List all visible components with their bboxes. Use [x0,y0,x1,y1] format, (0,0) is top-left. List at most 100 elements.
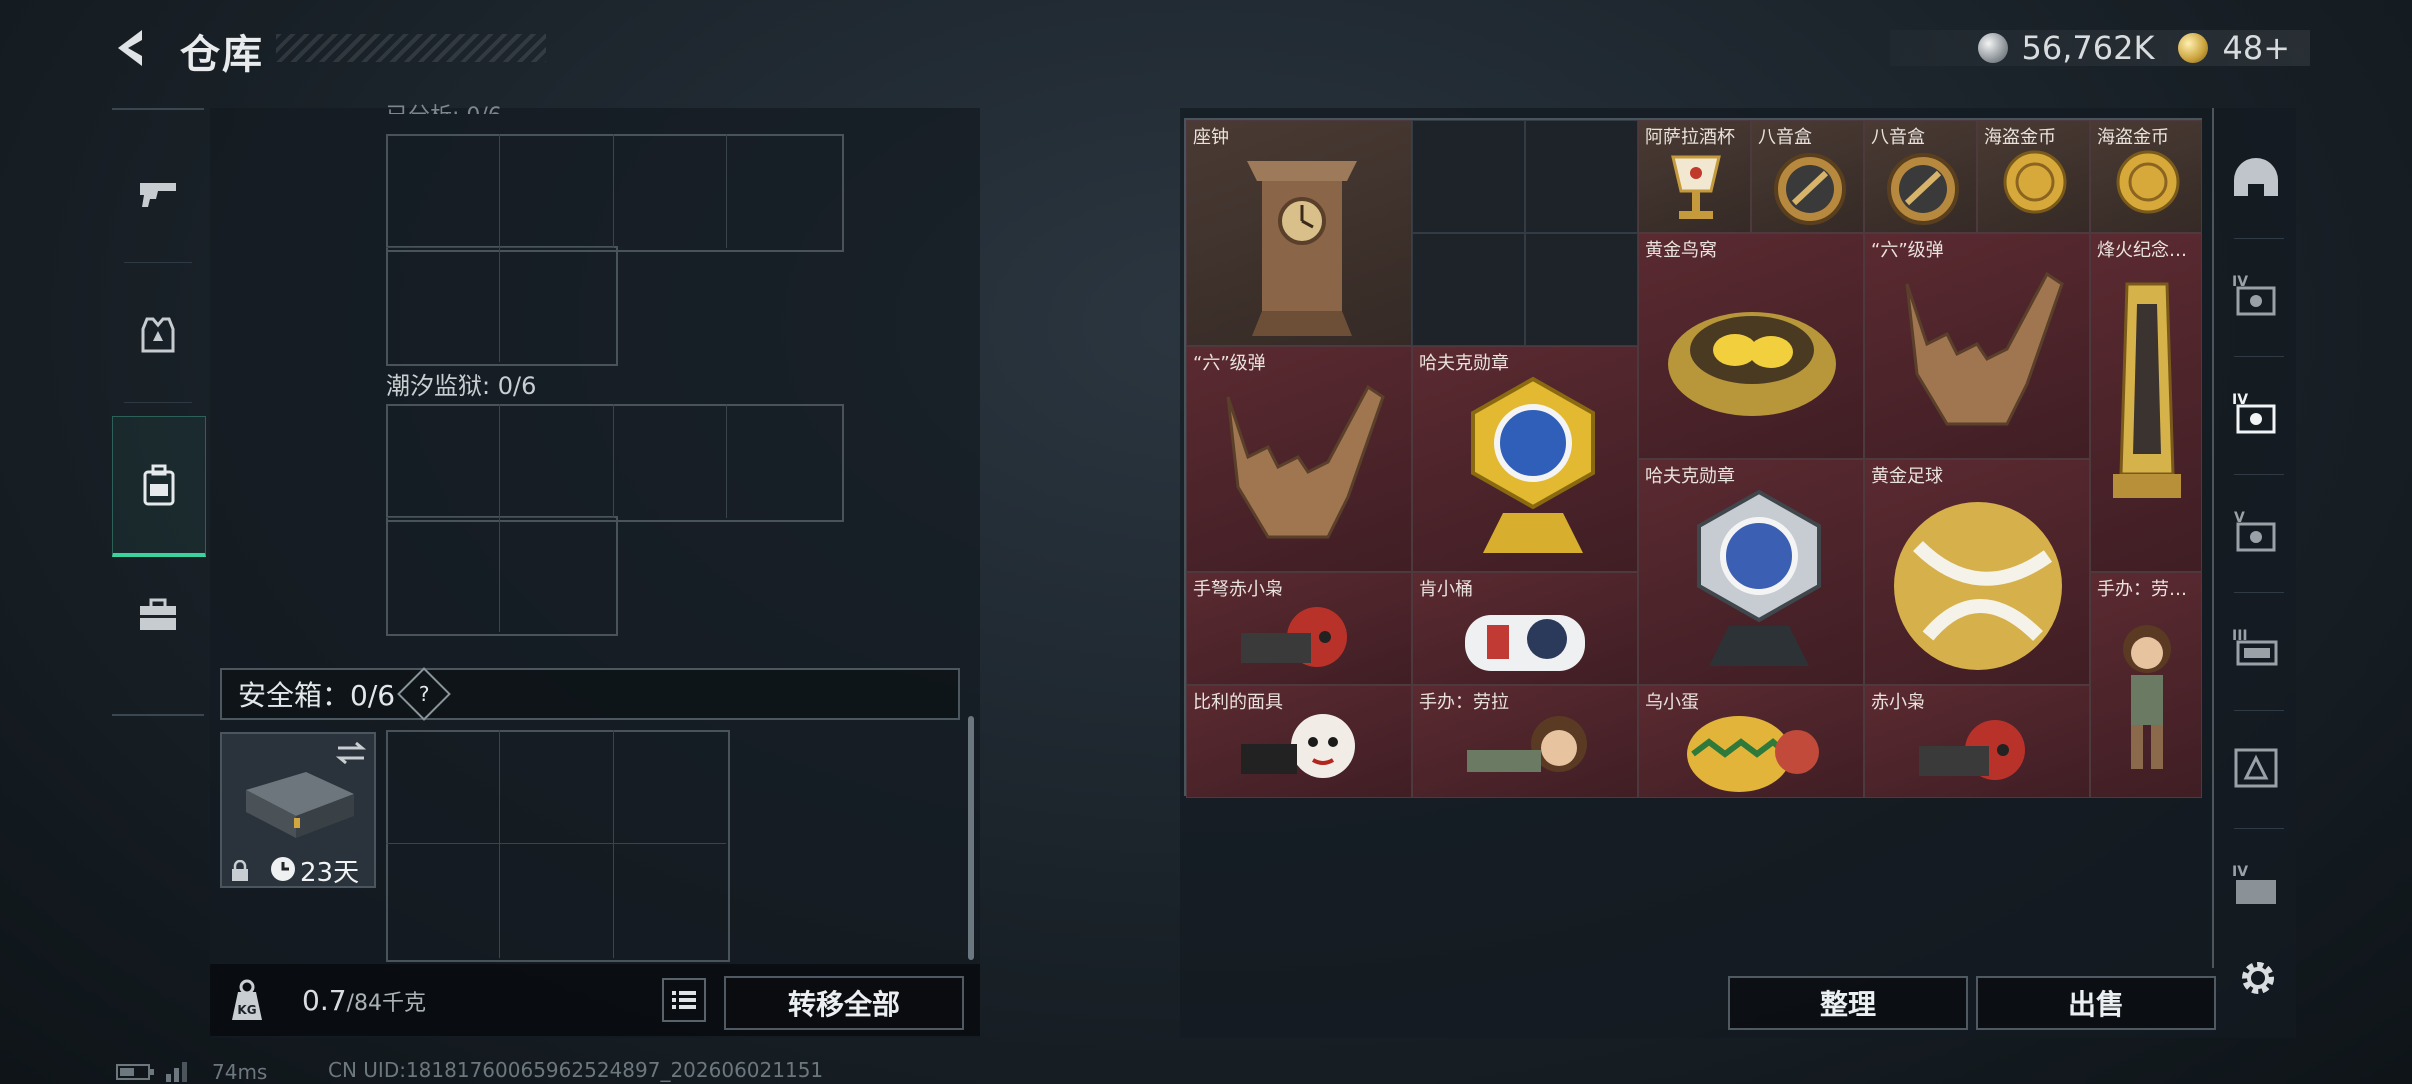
currency-bar: 56,762K 48+ [1890,29,2310,67]
stash-grid: 座钟 阿萨拉酒杯 八音盒 八音盒 海盗金币 海盗金币 黄金鸟窝 “六”级弹 烽火… [1184,118,2202,798]
list-view-button[interactable] [662,978,706,1022]
helmet-icon [2234,158,2278,196]
gear-icon[interactable] [2236,956,2280,1000]
container-grid-tide-prison [386,404,844,636]
item-slot[interactable]: 八音盒 [1864,120,1977,233]
gold-coin-icon [2116,150,2180,214]
equipment-category-tabs [112,108,206,716]
battery-icon [116,1064,154,1080]
music-box-icon [1887,153,1959,225]
gold-coin-icon [2178,33,2209,63]
tab-tier-4-box[interactable]: IV [2224,854,2288,918]
figure-icon [1467,716,1587,772]
tab-briefcase[interactable] [112,570,204,660]
weight-max: /84千克 [346,991,426,1016]
item-slot[interactable]: 黄金鸟窝 [1638,233,1864,459]
safe-box-header: 安全箱：0/6 ? [220,667,960,721]
ping-text: 74ms [212,1060,268,1084]
tier-3-chip-icon: III [2232,628,2278,666]
item-slot[interactable]: 海盗金币 [1977,120,2090,233]
goblet-icon [1671,155,1721,219]
help-icon[interactable]: ? [397,667,451,721]
item-slot[interactable]: 手弩赤小枭 [1186,572,1412,685]
clock-icon [1247,161,1357,336]
organize-button[interactable]: 整理 [1728,976,1968,1030]
tier-5-chip-icon: V [2234,510,2276,552]
weight-value: 0.7/84千克 [302,984,426,1017]
weight-icon: KG [232,979,262,1020]
figure-icon [1919,720,2025,780]
gold-medal-icon [1471,376,1595,553]
item-slot[interactable]: 八音盒 [1751,120,1864,233]
clock-icon [271,857,295,881]
briefcase-icon [140,598,176,630]
safe-case-icon [246,772,354,838]
tab-helmet[interactable] [2224,148,2288,212]
tab-tier-3[interactable]: III [2224,618,2288,682]
item-slot[interactable]: 哈夫克勋章 [1638,459,1864,685]
back-icon[interactable] [112,26,156,70]
figure-icon [1241,607,1347,667]
item-slot[interactable]: 手办：劳拉 [1412,685,1638,798]
backpack-icon [143,464,175,506]
item-slot[interactable]: 哈夫克勋章 [1412,346,1638,572]
safe-box-item[interactable]: 23天 [220,732,376,888]
swap-icon[interactable] [334,740,368,766]
tier-4-chip-icon: IV [2232,274,2276,316]
hand-sign-icon [1905,271,2064,426]
tab-backpack[interactable] [112,416,206,557]
item-slot[interactable]: 烽火纪念… [2090,233,2202,572]
tier-4-chip-icon: IV [2232,392,2276,434]
item-slot[interactable]: 手办：劳… [2090,572,2202,798]
tab-warning-box[interactable] [2224,736,2288,800]
item-slot[interactable]: 比利的面具 [1186,685,1412,798]
item-slot[interactable]: “六”级弹 [1186,346,1412,572]
hand-sign-icon [1226,384,1385,539]
golden-nest-icon [1668,312,1836,416]
music-box-icon [1774,153,1846,225]
left-scrollbar[interactable] [968,716,974,960]
transfer-all-button[interactable]: 转移全部 [724,976,964,1030]
tab-armor[interactable] [112,290,204,380]
safe-box-grid [386,730,730,962]
item-slot[interactable]: 黄金足球 [1864,459,2090,685]
lock-icon [232,860,248,881]
gold-currency-value[interactable]: 48+ [2222,29,2290,67]
item-slot[interactable]: “六”级弹 [1864,233,2090,459]
silver-coin-icon [1977,33,2008,63]
item-slot[interactable]: 乌小蛋 [1638,685,1864,798]
warning-box-icon [2234,748,2278,788]
silver-currency-value: 56,762K [2021,29,2155,67]
uid-text: CN UID:18181760065962524897_202606021151 [328,1058,824,1082]
tab-tier-4-b[interactable]: IV [2224,382,2288,446]
tab-weapons[interactable] [112,150,204,240]
title-decoration [276,34,546,62]
sell-button[interactable]: 出售 [1976,976,2216,1030]
mask-figure-icon [1241,714,1355,778]
item-slot[interactable]: 海盗金币 [2090,120,2202,233]
safe-box-label: 安全箱：0/6 [238,679,396,712]
tab-tier-4-a[interactable]: IV [2224,264,2288,328]
armor-vest-icon [141,317,175,353]
item-slot[interactable]: 肯小桶 [1412,572,1638,685]
signal-icon [166,1062,187,1082]
tab-tier-5[interactable]: V [2224,500,2288,564]
item-slot[interactable]: 座钟 [1186,120,1412,346]
figure-icon [2123,625,2171,769]
egg-figure-icon [1687,716,1819,792]
page-title: 仓库 [180,32,264,78]
pistol-icon [140,183,176,207]
trophy-icon [2113,282,2181,498]
stash-filter-tabs: IV IV V III IV [2212,108,2296,968]
safe-box-timer: 23天 [300,858,360,888]
item-slot[interactable]: 阿萨拉酒杯 [1638,120,1751,233]
golden-ball-icon [1894,502,2062,670]
item-slot[interactable]: 赤小枭 [1864,685,2090,798]
weight-current: 0.7 [302,984,347,1017]
container-label-partial: 已分析: 0/6 [386,98,502,114]
figure-icon [1465,615,1585,671]
svg-text:IV: IV [2232,864,2248,880]
container-grid-1 [386,134,844,366]
svg-text:KG: KG [237,1003,256,1017]
list-icon [672,991,696,1009]
